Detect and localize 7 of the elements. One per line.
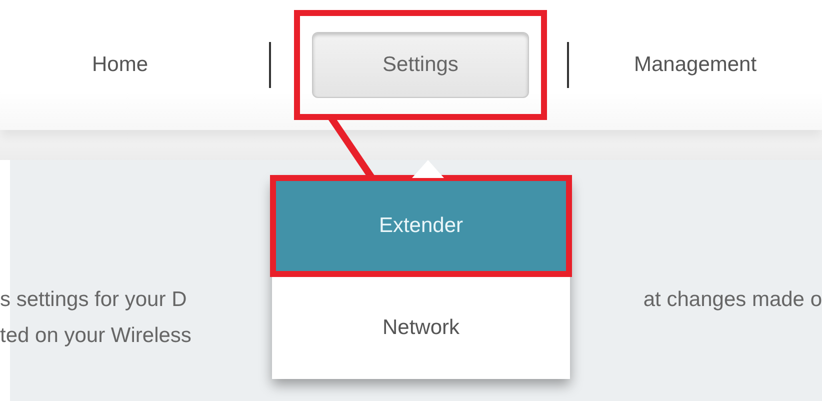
body-text: at changes made o — [643, 288, 822, 312]
nav-link[interactable]: Management — [634, 53, 757, 77]
settings-menu-button[interactable]: Settings — [312, 32, 529, 98]
menu-item[interactable]: Network — [272, 277, 570, 379]
nav-link[interactable]: Home — [0, 53, 240, 77]
body-text: s settings for your D — [0, 288, 187, 312]
body-text: ted on your Wireless — [0, 324, 192, 348]
